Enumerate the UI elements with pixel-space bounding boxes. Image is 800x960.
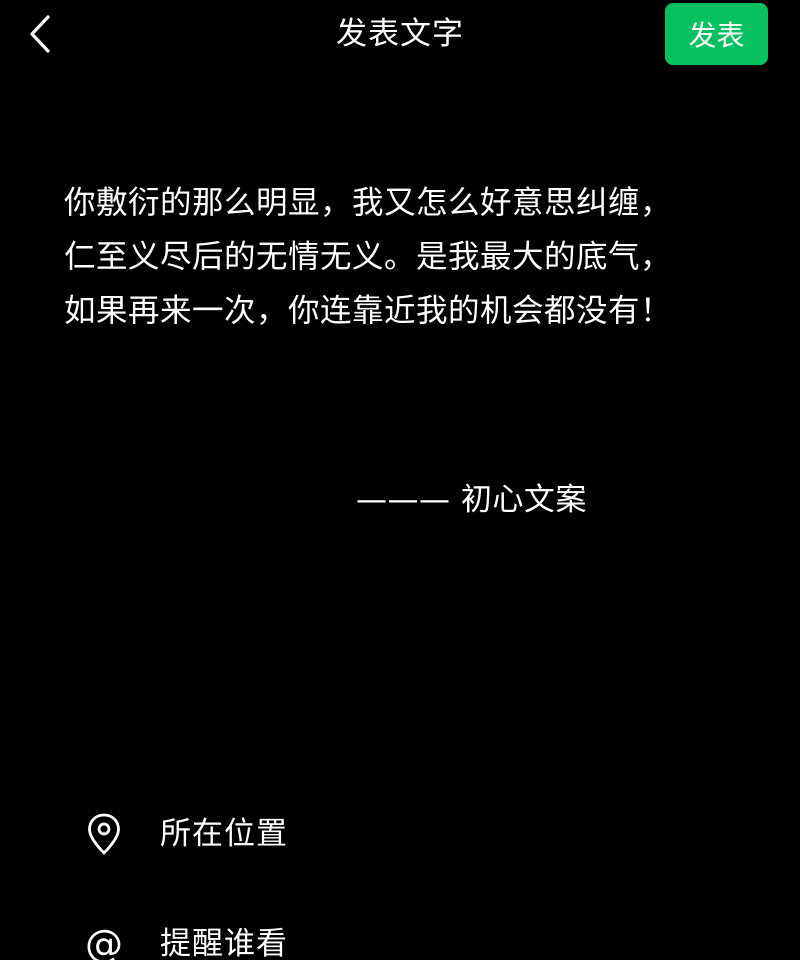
post-text-line: 如果再来一次，你连靠近我的机会都没有！ <box>64 293 673 329</box>
at-icon: @ <box>84 922 124 960</box>
publish-button[interactable]: 发表 <box>665 3 768 65</box>
post-text-line: 仁至义尽后的无情无义。是我最大的底气， <box>64 239 673 275</box>
post-text-line: 你敷衍的那么明显，我又怎么好意思纠缠， <box>64 185 673 221</box>
mention-option[interactable]: @ 提醒谁看 <box>0 904 800 960</box>
location-pin-icon <box>84 812 124 856</box>
location-option-label: 所在位置 <box>160 816 288 852</box>
post-signature: ——— 初心文案 <box>356 482 587 518</box>
post-text-area[interactable]: 你敷衍的那么明显，我又怎么好意思纠缠， 仁至义尽后的无情无义。是我最大的底气， … <box>64 176 744 338</box>
at-glyph: @ <box>85 922 123 960</box>
top-nav-bar: 发表文字 发表 <box>0 0 800 70</box>
location-option[interactable]: 所在位置 <box>0 794 800 874</box>
compose-text-screen: 发表文字 发表 你敷衍的那么明显，我又怎么好意思纠缠， 仁至义尽后的无情无义。是… <box>0 0 800 960</box>
mention-option-label: 提醒谁看 <box>160 926 288 960</box>
